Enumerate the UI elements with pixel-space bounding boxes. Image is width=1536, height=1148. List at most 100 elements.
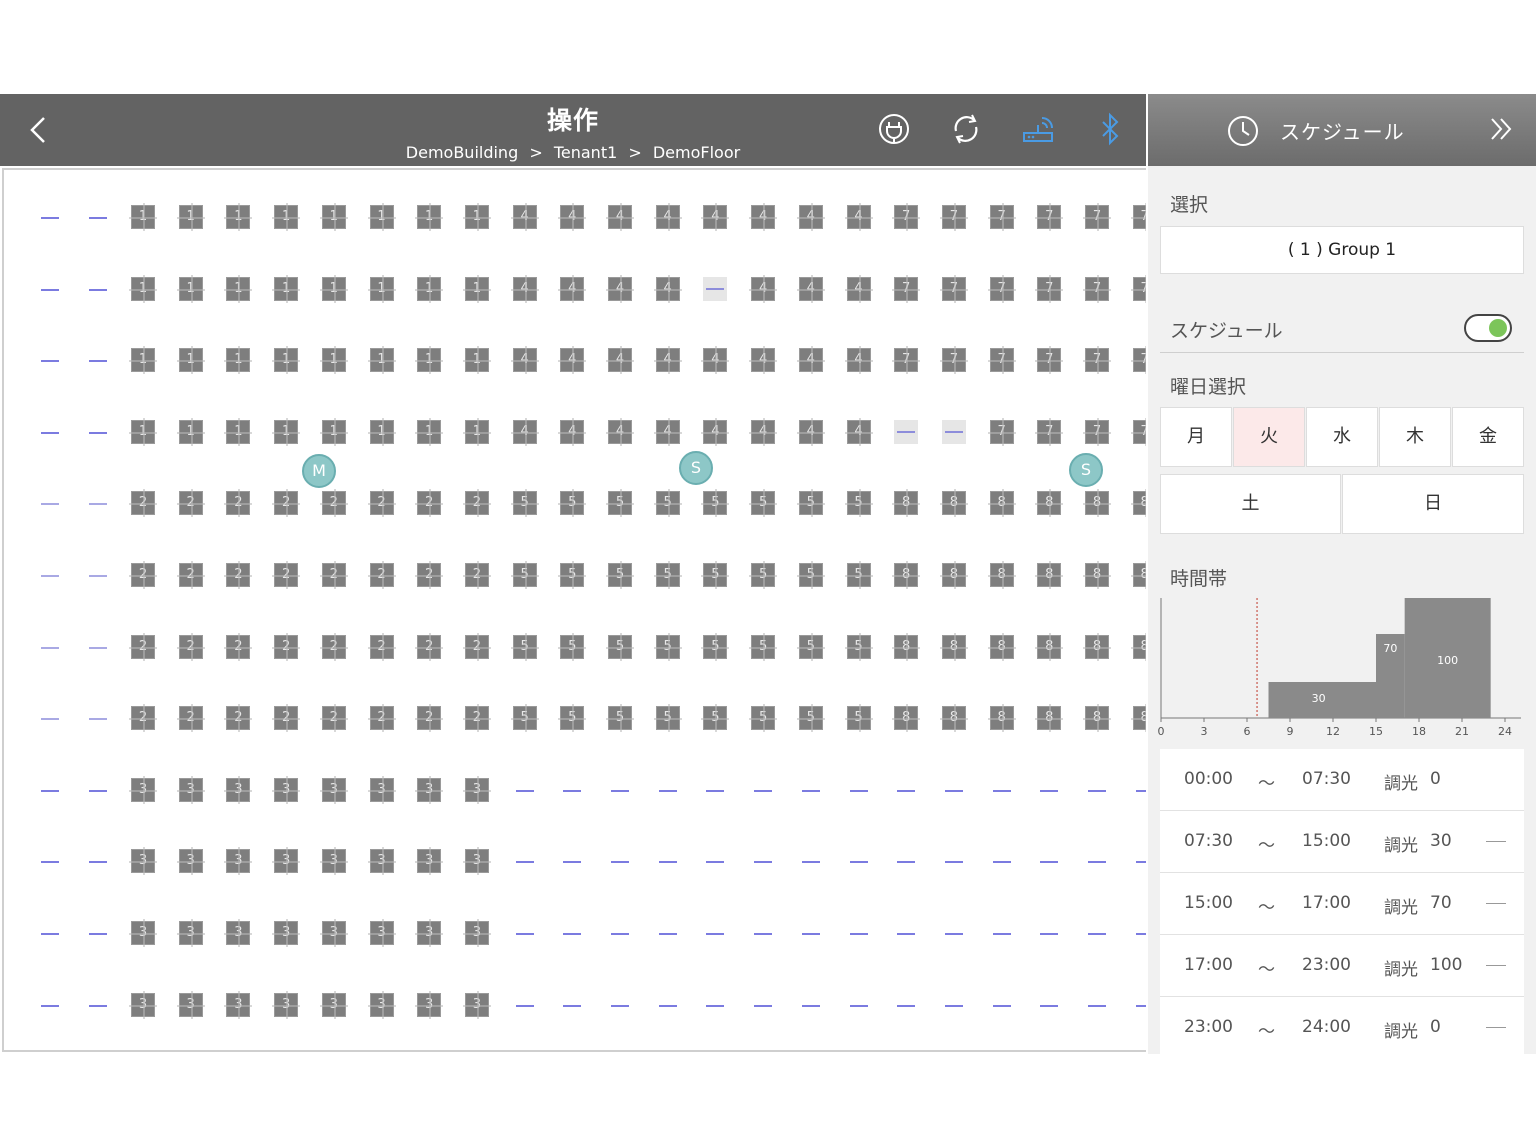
unassigned-fixture[interactable] [801, 933, 820, 935]
light-fixture[interactable]: 8 [939, 561, 968, 589]
unassigned-fixture[interactable] [801, 1004, 820, 1007]
light-fixture[interactable]: 8 [1083, 632, 1111, 661]
unassigned-fixture[interactable] [944, 861, 963, 864]
light-fixture[interactable]: 2 [462, 632, 491, 661]
motion-sensor[interactable]: M [302, 454, 336, 488]
light-fixture[interactable]: 2 [415, 704, 444, 733]
light-fixture[interactable]: 1 [129, 274, 157, 303]
unassigned-fixture[interactable] [41, 933, 59, 935]
light-fixture[interactable]: 1 [319, 274, 348, 303]
light-fixture[interactable]: 1 [319, 417, 348, 446]
light-fixture[interactable]: 5 [749, 561, 778, 589]
unassigned-fixture[interactable] [658, 933, 677, 935]
unassigned-fixture[interactable] [944, 1004, 963, 1007]
unassigned-fixture[interactable] [992, 789, 1011, 792]
light-fixture[interactable]: 5 [653, 704, 682, 733]
unassigned-fixture[interactable] [992, 861, 1011, 864]
day-fri[interactable]: 金 [1452, 407, 1524, 467]
unassigned-fixture[interactable] [706, 933, 725, 935]
breadcrumb-building[interactable]: DemoBuilding [406, 143, 518, 162]
light-fixture[interactable]: 5 [844, 489, 873, 518]
sensor[interactable]: S [1069, 453, 1103, 487]
breadcrumb-floor[interactable]: DemoFloor [653, 143, 740, 162]
light-fixture[interactable]: 5 [796, 704, 825, 733]
unassigned-fixture[interactable] [944, 933, 963, 935]
unassigned-fixture[interactable] [1088, 933, 1106, 935]
light-fixture[interactable]: 2 [129, 704, 157, 733]
unassigned-fixture[interactable] [41, 575, 59, 577]
light-fixture[interactable]: 5 [606, 561, 634, 589]
light-fixture[interactable]: 4 [510, 203, 539, 231]
light-fixture[interactable]: 4 [701, 417, 730, 446]
light-fixture[interactable]: 4 [749, 203, 778, 231]
light-fixture[interactable]: 3 [415, 775, 444, 804]
light-fixture[interactable]: 5 [796, 489, 825, 518]
light-fixture[interactable]: 2 [462, 704, 491, 733]
light-fixture-off[interactable] [941, 419, 966, 444]
unassigned-fixture[interactable] [41, 789, 59, 792]
light-fixture[interactable]: 2 [176, 632, 205, 661]
unassigned-fixture[interactable] [89, 575, 107, 577]
light-fixture[interactable]: 4 [606, 346, 634, 375]
light-fixture[interactable]: 3 [129, 990, 157, 1019]
light-fixture[interactable]: 5 [701, 632, 730, 661]
light-fixture[interactable]: 3 [272, 990, 301, 1019]
light-fixture[interactable]: 5 [701, 704, 730, 733]
unassigned-fixture[interactable] [992, 933, 1011, 935]
light-fixture[interactable]: 3 [319, 847, 348, 876]
light-fixture[interactable]: 1 [272, 203, 301, 231]
light-fixture[interactable]: 2 [224, 704, 253, 733]
light-fixture[interactable]: 7 [1130, 274, 1146, 303]
light-fixture[interactable]: 7 [939, 274, 968, 303]
light-fixture[interactable]: 7 [1035, 203, 1064, 231]
light-fixture[interactable]: 3 [272, 847, 301, 876]
unassigned-fixture[interactable] [754, 1004, 773, 1007]
light-fixture[interactable]: 7 [987, 417, 1016, 446]
day-mon[interactable]: 月 [1160, 407, 1232, 467]
light-fixture[interactable]: 3 [462, 990, 491, 1019]
light-fixture[interactable]: 4 [606, 274, 634, 303]
light-fixture[interactable]: 2 [129, 489, 157, 518]
light-fixture[interactable]: 7 [939, 346, 968, 375]
unassigned-fixture[interactable] [89, 360, 107, 363]
light-fixture[interactable]: 4 [701, 203, 730, 231]
light-fixture[interactable]: 8 [892, 561, 921, 589]
light-fixture[interactable]: 8 [892, 704, 921, 733]
light-fixture[interactable]: 2 [176, 704, 205, 733]
light-fixture[interactable]: 4 [510, 274, 539, 303]
light-fixture[interactable]: 2 [272, 489, 301, 518]
double-chevron-right-icon[interactable] [1486, 114, 1516, 144]
light-fixture[interactable]: 2 [129, 632, 157, 661]
light-fixture[interactable]: 7 [987, 274, 1016, 303]
light-fixture[interactable]: 7 [1083, 346, 1111, 375]
light-fixture[interactable]: 4 [749, 417, 778, 446]
unassigned-fixture[interactable] [563, 1004, 582, 1007]
light-fixture[interactable]: 4 [653, 346, 682, 375]
day-sun[interactable]: 日 [1342, 474, 1524, 534]
light-fixture[interactable]: 1 [176, 203, 205, 231]
sensor[interactable]: S [679, 451, 713, 485]
unassigned-fixture[interactable] [658, 1004, 677, 1007]
light-fixture[interactable]: 7 [1130, 346, 1146, 375]
unassigned-fixture[interactable] [1135, 861, 1146, 864]
light-fixture[interactable]: 5 [653, 561, 682, 589]
schedule-row[interactable]: 07:30 ～ 15:00 調光 30 [1160, 811, 1524, 873]
light-fixture[interactable]: 2 [319, 704, 348, 733]
light-fixture[interactable]: 1 [367, 346, 396, 375]
unassigned-fixture[interactable] [515, 789, 534, 792]
light-fixture[interactable]: 5 [653, 632, 682, 661]
light-fixture[interactable]: 1 [129, 417, 157, 446]
light-fixture[interactable]: 2 [272, 561, 301, 589]
light-fixture[interactable]: 1 [415, 346, 444, 375]
unassigned-fixture[interactable] [1088, 789, 1106, 792]
light-fixture[interactable]: 8 [1035, 561, 1064, 589]
light-fixture[interactable]: 1 [462, 417, 491, 446]
unassigned-fixture[interactable] [849, 933, 868, 935]
light-fixture[interactable]: 1 [462, 203, 491, 231]
unassigned-fixture[interactable] [658, 789, 677, 792]
light-fixture[interactable]: 4 [558, 417, 587, 446]
light-fixture[interactable]: 2 [367, 704, 396, 733]
light-fixture[interactable]: 3 [224, 919, 253, 947]
light-fixture[interactable]: 4 [844, 274, 873, 303]
light-fixture[interactable]: 8 [987, 489, 1016, 518]
